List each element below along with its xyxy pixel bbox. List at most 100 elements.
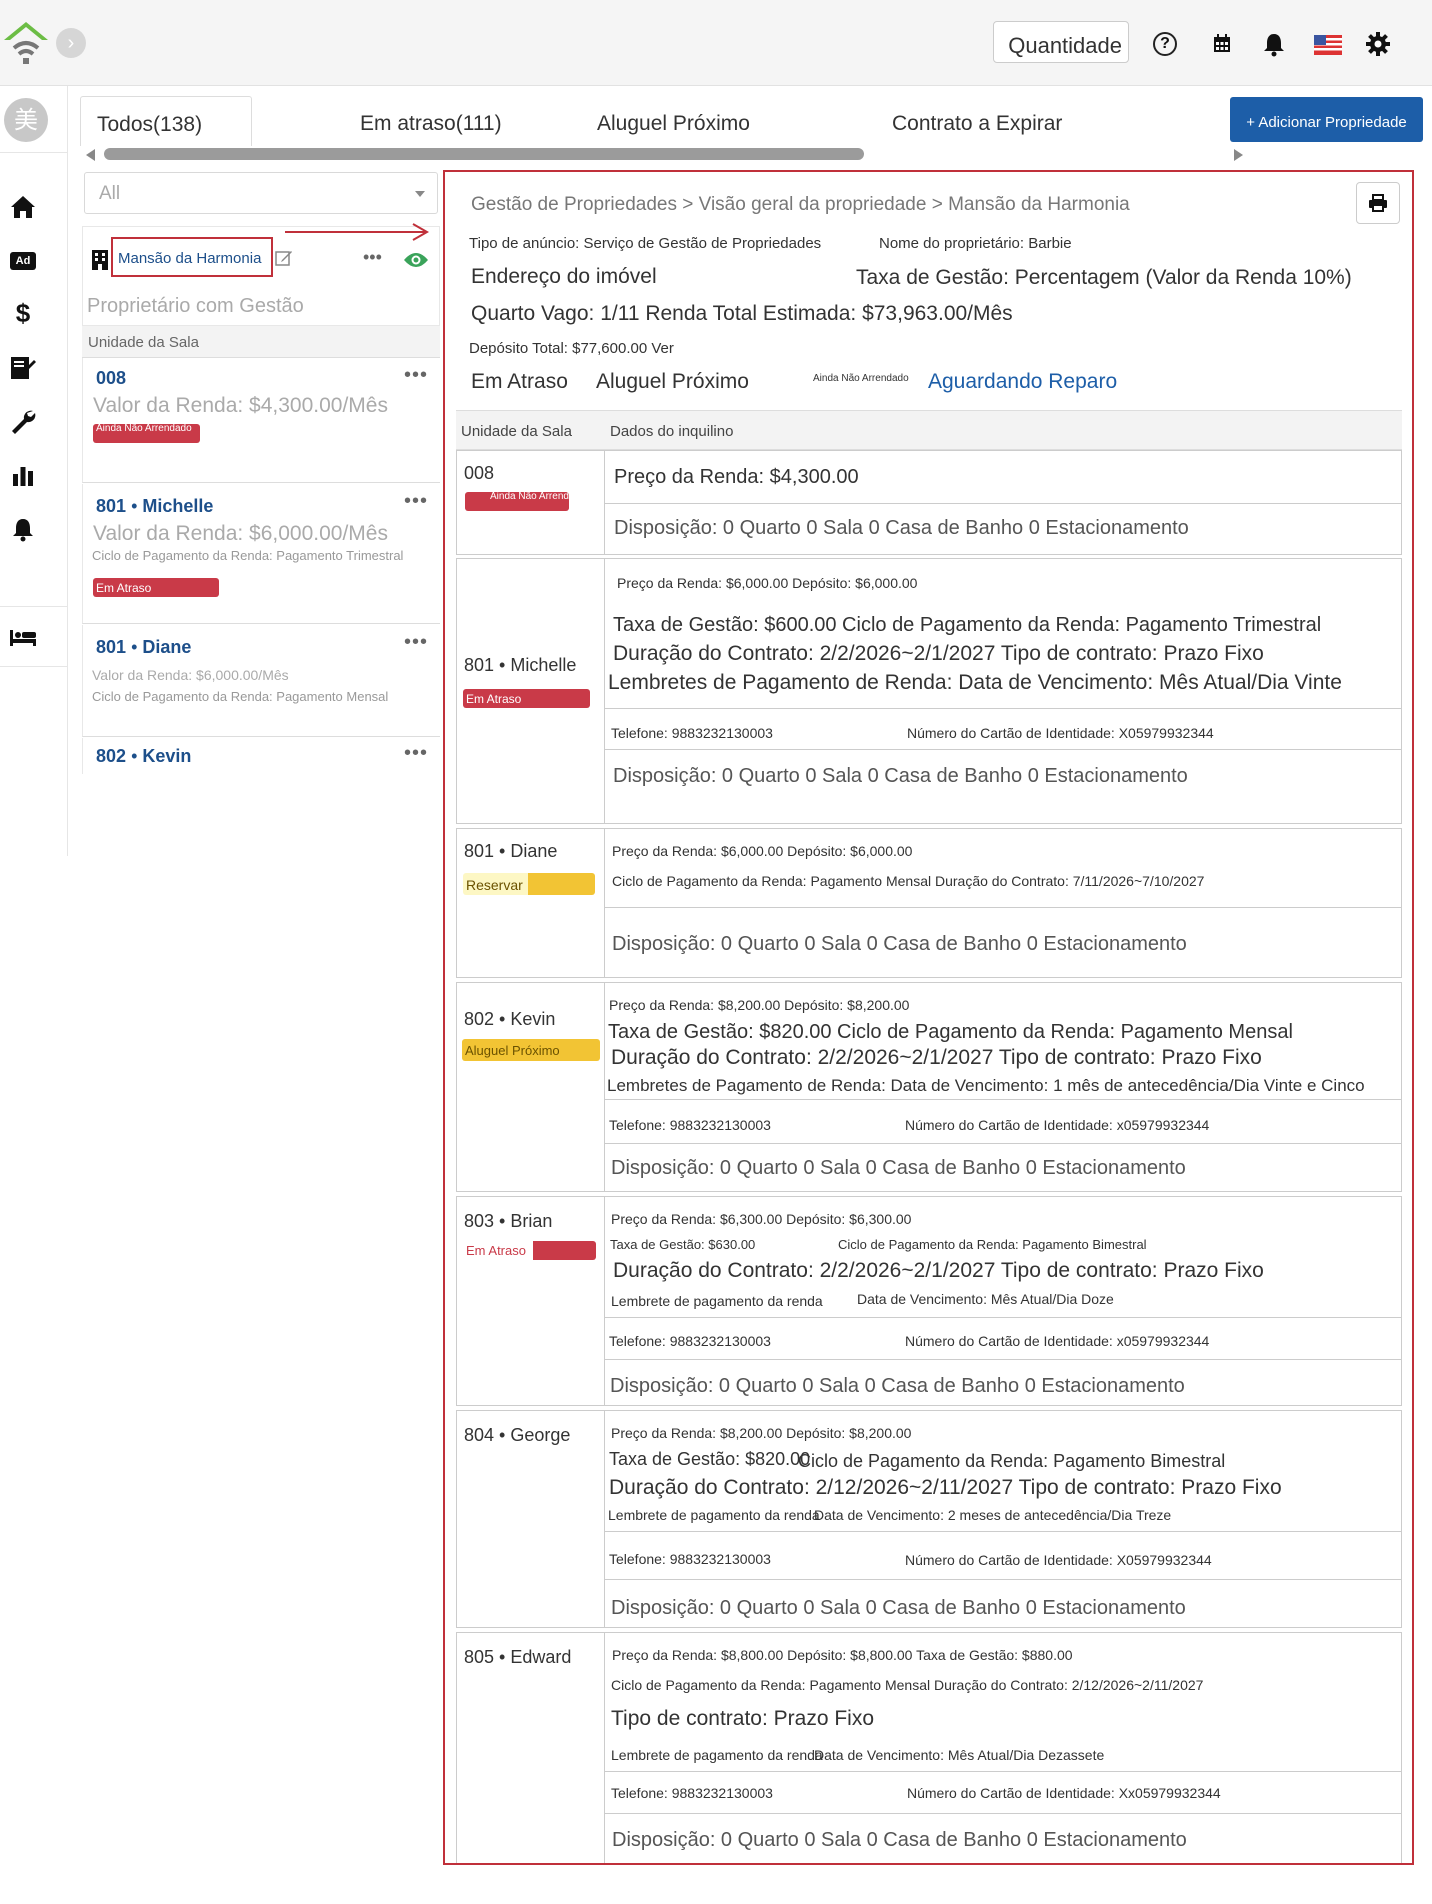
property-filter-select[interactable]: All (84, 172, 438, 214)
more-options-icon[interactable]: ••• (404, 490, 428, 513)
management-fee: Taxa de Gestão: $630.00 (610, 1237, 756, 1252)
bed-icon[interactable] (8, 622, 38, 652)
table-row[interactable]: 802 • Kevin Aluguel Próximo Preço da Ren… (456, 982, 1402, 1192)
scrollbar-thumb[interactable] (104, 148, 864, 160)
disposition: Disposição: 0 Quarto 0 Sala 0 Casa de Ba… (611, 1157, 1186, 1179)
id-card: Número do Cartão de Identidade: X0597993… (905, 1552, 1212, 1568)
list-item[interactable]: 801 • Diane ••• Valor da Renda: $6,000.0… (82, 625, 440, 737)
listing-type: Tipo de anúncio: Serviço de Gestão de Pr… (469, 235, 822, 252)
unit-cell: 801 • Michelle Em Atraso (457, 559, 605, 823)
property-detail-panel: Gestão de Propriedades > Visão geral da … (443, 170, 1414, 1865)
cycle-contract: Ciclo de Pagamento da Renda: Pagamento M… (612, 873, 1205, 889)
tab-overdue[interactable]: Em atraso(111) (360, 96, 502, 146)
bell-icon[interactable] (1260, 30, 1288, 58)
quantity-field[interactable]: Quantidade (993, 21, 1129, 63)
phone: Telefone: 9883232130003 (609, 1551, 771, 1567)
more-options-icon[interactable]: ••• (404, 364, 428, 387)
property-name[interactable]: Mansão da Harmonia (111, 237, 273, 277)
tenant-cell: Preço da Renda: $6,000.00 Depósito: $6,0… (605, 559, 1401, 823)
property-address: Endereço do imóvel (471, 265, 657, 288)
rent-deposit: Preço da Renda: $6,000.00 Depósito: $6,0… (612, 843, 913, 859)
tenant-cell: Preço da Renda: $8,800.00 Depósito: $8,8… (605, 1633, 1401, 1863)
column-header-tenant: Dados do inquilino (610, 423, 734, 440)
unit-cell: 801 • Diane Reservar (457, 829, 605, 977)
more-options-icon[interactable]: ••• (363, 247, 382, 268)
bar-chart-icon[interactable] (8, 460, 38, 490)
list-item[interactable]: 008 ••• Valor da Renda: $4,300.00/Mês Ai… (82, 358, 440, 483)
add-property-button[interactable]: + Adicionar Propriedade (1230, 97, 1423, 142)
home-icon[interactable] (8, 192, 38, 222)
contract-sign-icon[interactable] (8, 352, 38, 382)
ad-icon[interactable]: Ad (8, 246, 38, 276)
divider (605, 1771, 1401, 1772)
contract-duration: Duração do Contrato: 2/2/2026~2/1/2027 T… (613, 642, 1264, 665)
units-table-header: Unidade da Sala Dados do inquilino (456, 410, 1402, 450)
status-filter-upcoming[interactable]: Aluguel Próximo (596, 370, 749, 394)
avatar[interactable]: 美 (4, 98, 48, 142)
reminder-label: Lembrete de pagamento da renda (608, 1507, 820, 1523)
status-filter-overdue[interactable]: Em Atraso (471, 370, 568, 394)
table-row[interactable]: 008 Ainda Não Arrendado Preço da Renda: … (456, 450, 1402, 555)
contract-duration: Duração do Contrato: 2/2/2026~2/1/2027 T… (613, 1259, 1264, 1282)
status-badge: Ainda Não Arrendado (93, 424, 200, 443)
list-item[interactable]: 801 • Michelle ••• Valor da Renda: $6,00… (82, 484, 440, 624)
table-row[interactable]: 805 • Edward Preço da Renda: $8,800.00 D… (456, 1632, 1402, 1863)
dollar-icon[interactable]: $ (8, 298, 38, 328)
tenant-cell: Preço da Renda: $8,200.00 Depósito: $8,2… (605, 1411, 1401, 1627)
phone: Telefone: 9883232130003 (611, 725, 773, 741)
disposition: Disposição: 0 Quarto 0 Sala 0 Casa de Ba… (612, 1829, 1187, 1851)
due-date: Data de Vencimento: Mês Atual/Dia Dezass… (814, 1747, 1105, 1763)
chevron-right-icon[interactable]: › (56, 28, 86, 58)
payment-cycle: Ciclo de Pagamento da Renda: Pagamento B… (838, 1237, 1147, 1252)
gear-icon[interactable] (1364, 30, 1392, 58)
tab-expiring-contract[interactable]: Contrato a Expirar (892, 96, 1062, 146)
divider (605, 1099, 1401, 1100)
scroll-right-arrow-icon[interactable] (1234, 149, 1243, 161)
disposition: Disposição: 0 Quarto 0 Sala 0 Casa de Ba… (611, 1597, 1186, 1619)
scroll-left-arrow-icon[interactable] (86, 149, 95, 161)
table-row[interactable]: 803 • Brian Em Atraso Preço da Renda: $6… (456, 1196, 1402, 1406)
rent-value: Valor da Renda: $4,300.00/Mês (93, 394, 388, 417)
wrench-icon[interactable] (8, 406, 38, 436)
property-subtitle: Proprietário com Gestão (87, 295, 304, 317)
table-row[interactable]: 801 • Diane Reservar Preço da Renda: $6,… (456, 828, 1402, 978)
status-filter-awaiting-repair[interactable]: Aguardando Reparo (928, 370, 1117, 394)
column-header-unit: Unidade da Sala (461, 423, 572, 440)
reminder-label: Lembrete de pagamento da renda (611, 1293, 823, 1309)
rent-deposit: Preço da Renda: $6,000.00 Depósito: $6,0… (617, 575, 918, 591)
nav-divider (0, 666, 68, 667)
tabs-scrollbar[interactable] (86, 148, 1243, 161)
status-filter-unleased[interactable]: Ainda Não Arrendado (813, 373, 909, 384)
print-button[interactable] (1356, 182, 1400, 224)
list-item[interactable]: 802 • Kevin ••• (82, 738, 440, 774)
help-icon[interactable]: ? (1153, 32, 1177, 56)
more-options-icon[interactable]: ••• (404, 742, 428, 765)
deposit-total[interactable]: Depósito Total: $77,600.00 Ver (469, 340, 674, 357)
tab-upcoming-rent[interactable]: Aluguel Próximo (597, 96, 750, 146)
status-badge: Em Atraso (463, 689, 590, 708)
tenant-cell: Preço da Renda: $4,300.00 Disposição: 0 … (605, 451, 1401, 554)
table-row[interactable]: 801 • Michelle Em Atraso Preço da Renda:… (456, 558, 1402, 824)
contract-duration: Duração do Contrato: 2/12/2026~2/11/2027… (609, 1476, 1282, 1499)
filter-value: All (99, 183, 121, 204)
rent-deposit-fee: Preço da Renda: $8,800.00 Depósito: $8,8… (612, 1647, 1073, 1663)
id-card: Número do Cartão de Identidade: Xx059799… (907, 1785, 1221, 1801)
bell-icon[interactable] (8, 514, 38, 544)
table-row[interactable]: 804 • George Preço da Renda: $8,200.00 D… (456, 1410, 1402, 1628)
us-flag-icon[interactable] (1314, 35, 1342, 55)
breadcrumb[interactable]: Gestão de Propriedades > Visão geral da … (471, 194, 1130, 216)
divider (605, 1813, 1401, 1814)
more-options-icon[interactable]: ••• (404, 631, 428, 654)
calendar-icon[interactable] (1208, 30, 1236, 58)
unit-label: 802 • Kevin (464, 1009, 556, 1029)
unit-number: 008 (96, 368, 127, 388)
reminder-label: Lembrete de pagamento da renda (611, 1747, 823, 1763)
divider (605, 1317, 1401, 1318)
eye-icon[interactable] (403, 251, 429, 269)
id-card: Número do Cartão de Identidade: x0597993… (905, 1117, 1210, 1133)
edit-icon[interactable] (275, 249, 293, 267)
contract-type: Tipo de contrato: Prazo Fixo (611, 1707, 875, 1730)
arrow-right-icon (285, 223, 430, 241)
unit-title: 801 • Michelle (96, 496, 214, 516)
tab-all[interactable]: Todos(138) (80, 96, 252, 146)
